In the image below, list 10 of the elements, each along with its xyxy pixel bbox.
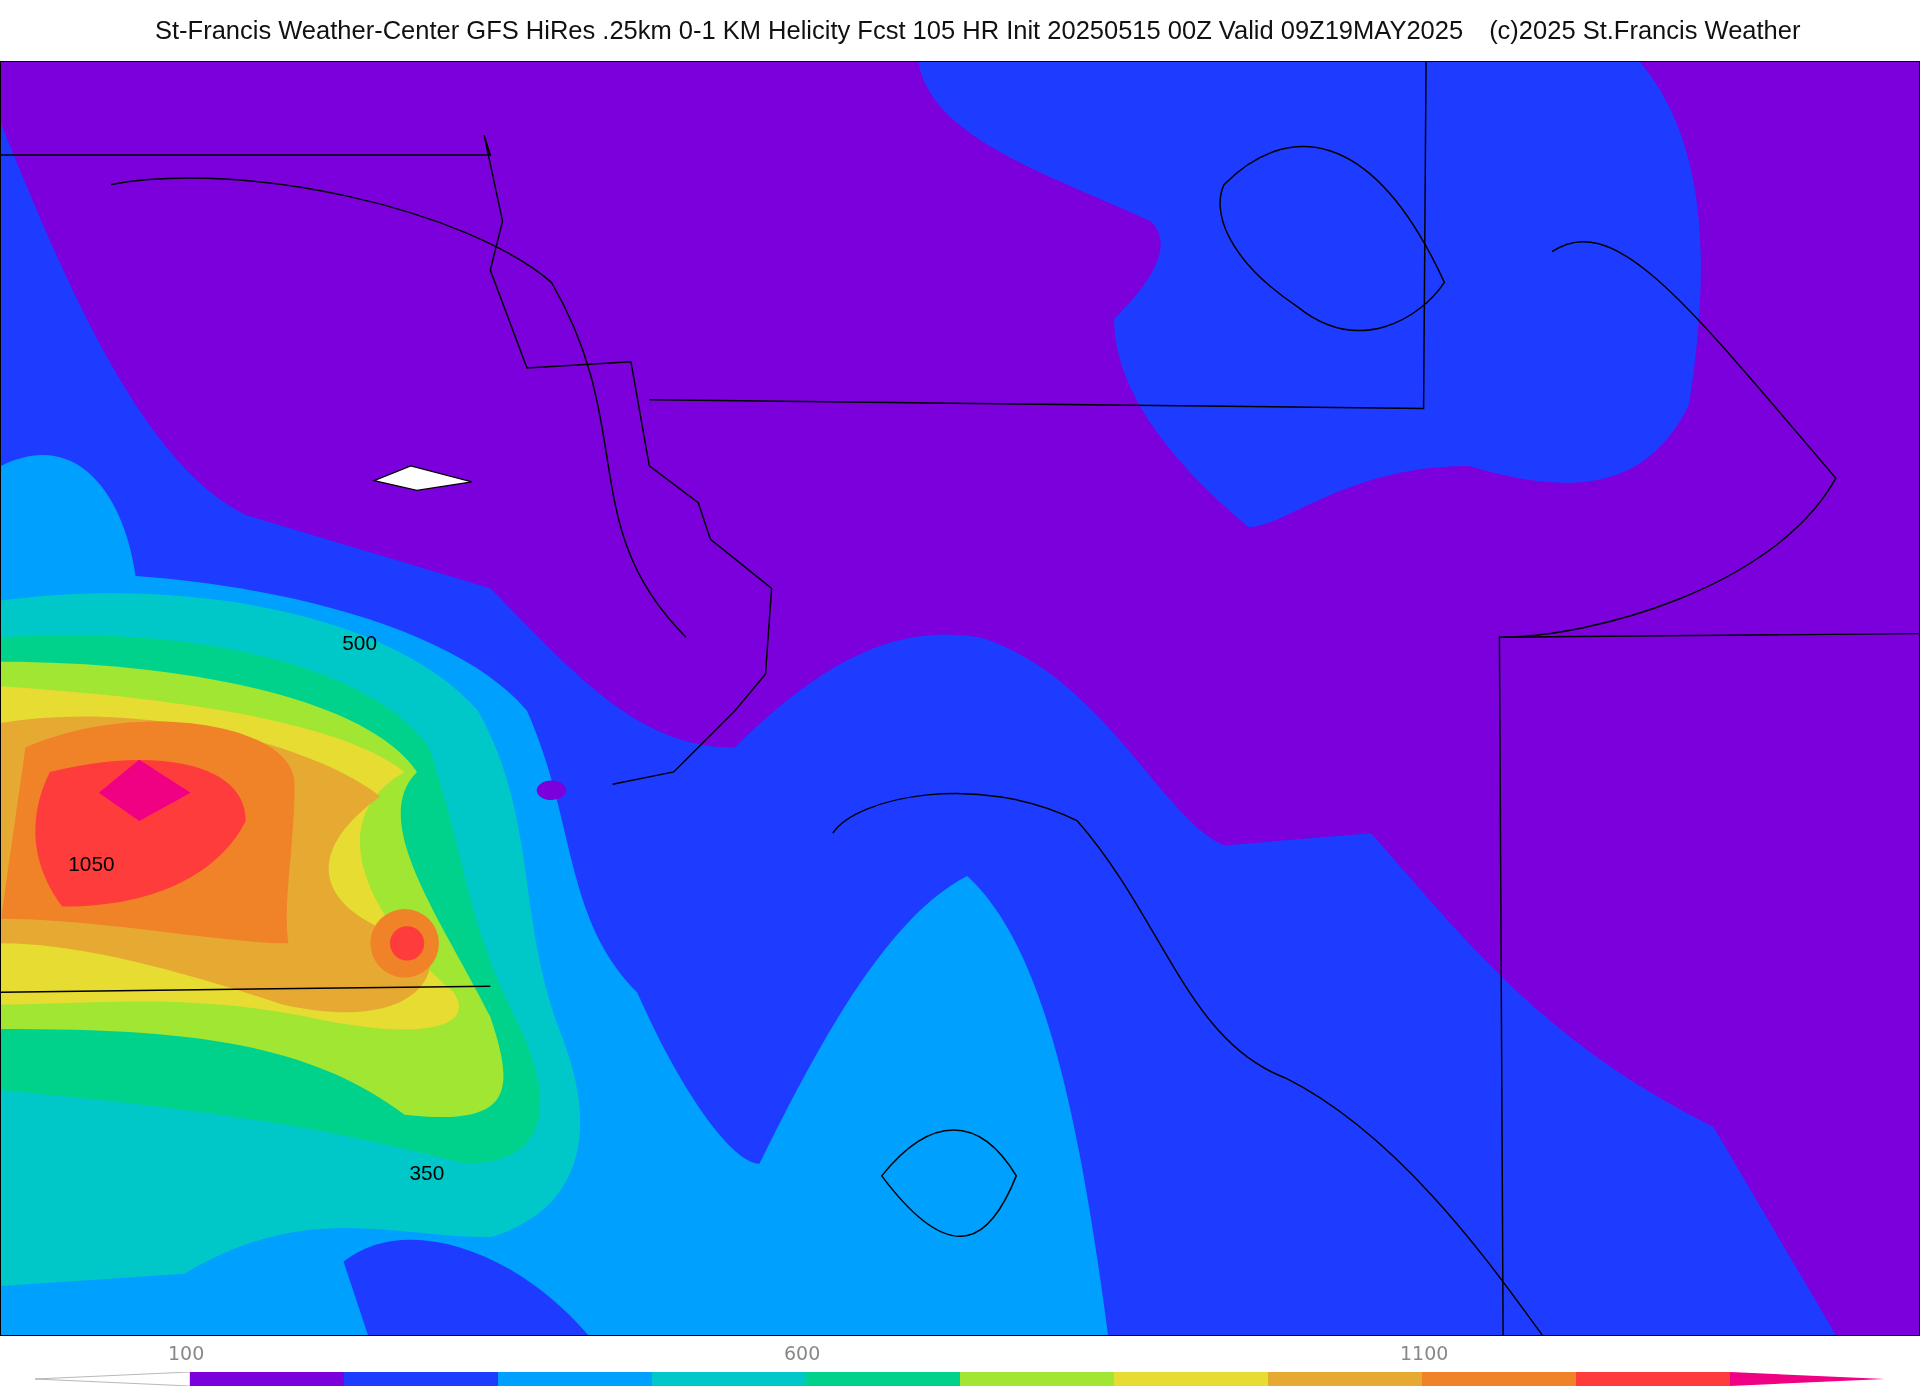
colorbar-tick-label: 600 <box>784 1342 821 1364</box>
map-title: St-Francis Weather-Center GFS HiRes .25km 0-1 KM Helicity Fcst 105 HR Init 20250515 00Z Valid 09Z19MAY2025 <box>155 16 1464 45</box>
contour-label: 500 <box>342 630 377 654</box>
contour-label: 1050 <box>68 852 115 876</box>
colorbar-tick-label: 1100 <box>1400 1342 1449 1364</box>
helicity-area <box>536 780 567 801</box>
helicity-area <box>390 926 425 961</box>
contour-label: 350 <box>409 1160 445 1184</box>
copyright-text: (c)2025 St.Francis Weather <box>1489 16 1801 45</box>
colorbar-tick-label: 100 <box>168 1342 205 1364</box>
